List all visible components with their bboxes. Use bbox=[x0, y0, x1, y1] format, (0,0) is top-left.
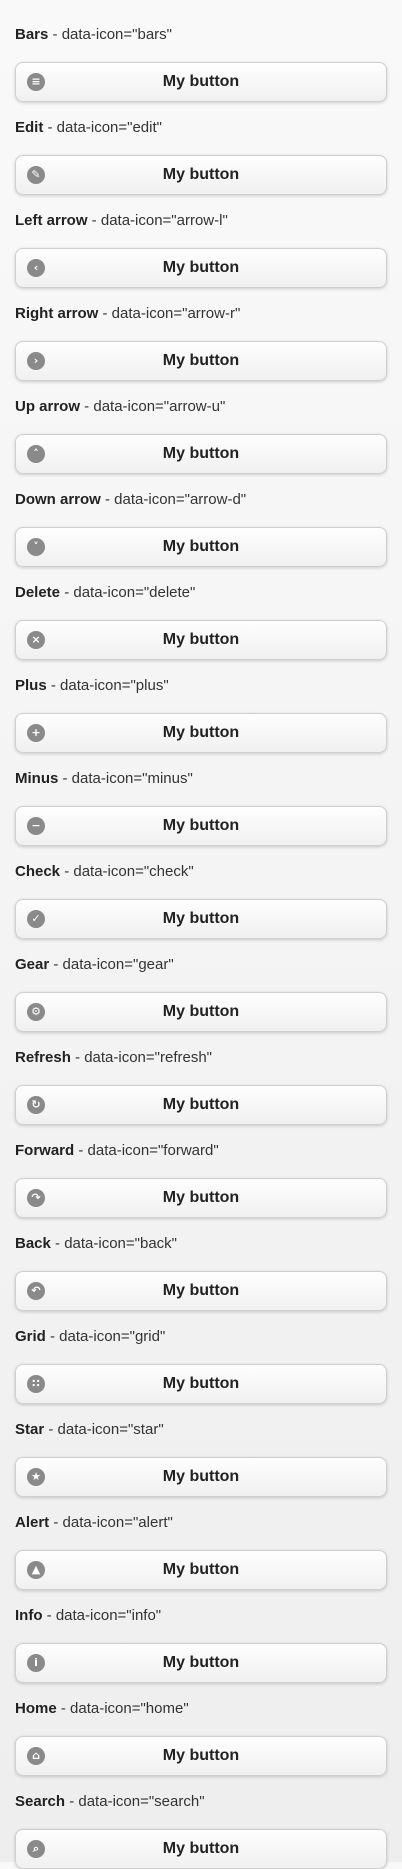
example-attribute: - data-icon="check" bbox=[60, 863, 194, 880]
icon-example-plus: Plus - data-icon="plus" + My button bbox=[15, 651, 387, 753]
example-attribute: - data-icon="arrow-l" bbox=[87, 212, 228, 229]
example-attribute: - data-icon="back" bbox=[50, 1235, 177, 1252]
example-attribute: - data-icon="home" bbox=[56, 1700, 189, 1717]
example-attribute: - data-icon="plus" bbox=[46, 677, 169, 694]
icon-example-star: Star - data-icon="star" ★ My button bbox=[15, 1395, 387, 1497]
icon-button-list: Bars - data-icon="bars" ≡ My button Edit… bbox=[0, 0, 402, 1869]
example-title: Home bbox=[15, 1700, 57, 1717]
example-label: Plus - data-icon="plus" bbox=[15, 677, 169, 695]
example-title: Gear bbox=[15, 956, 50, 973]
example-attribute: - data-icon="refresh" bbox=[70, 1049, 212, 1066]
example-title: Search bbox=[15, 1793, 66, 1810]
icon-example-arrow-u: Up arrow - data-icon="arrow-u" ˄ My butt… bbox=[15, 372, 387, 474]
example-label: Back - data-icon="back" bbox=[15, 1235, 177, 1253]
example-label: Left arrow - data-icon="arrow-l" bbox=[15, 212, 228, 230]
icon-example-arrow-l: Left arrow - data-icon="arrow-l" ‹ My bu… bbox=[15, 186, 387, 288]
example-label: Home - data-icon="home" bbox=[15, 1700, 189, 1718]
example-title: Right arrow bbox=[15, 305, 99, 322]
icon-example-arrow-d: Down arrow - data-icon="arrow-d" ˅ My bu… bbox=[15, 465, 387, 567]
example-attribute: - data-icon="search" bbox=[65, 1793, 205, 1810]
example-attribute: - data-icon="grid" bbox=[45, 1328, 166, 1345]
example-title: Plus bbox=[15, 677, 47, 694]
example-title: Info bbox=[15, 1607, 43, 1624]
example-label: Gear - data-icon="gear" bbox=[15, 956, 174, 974]
button-label: My button bbox=[162, 1840, 240, 1857]
example-label: Edit - data-icon="edit" bbox=[15, 119, 162, 137]
example-title: Delete bbox=[15, 584, 61, 601]
example-title: Forward bbox=[15, 1142, 75, 1159]
example-title: Minus bbox=[15, 770, 59, 787]
example-title: Bars bbox=[15, 26, 49, 43]
example-attribute: - data-icon="arrow-d" bbox=[100, 491, 247, 508]
example-label: Up arrow - data-icon="arrow-u" bbox=[15, 398, 225, 416]
example-label: Star - data-icon="star" bbox=[15, 1421, 164, 1439]
example-label: Minus - data-icon="minus" bbox=[15, 770, 193, 788]
example-attribute: - data-icon="arrow-r" bbox=[98, 305, 241, 322]
icon-example-bars: Bars - data-icon="bars" ≡ My button bbox=[15, 0, 387, 102]
example-label: Right arrow - data-icon="arrow-r" bbox=[15, 305, 240, 323]
example-title: Alert bbox=[15, 1514, 50, 1531]
example-attribute: - data-icon="info" bbox=[42, 1607, 162, 1624]
search-button[interactable]: ⌕ My button bbox=[15, 1829, 387, 1869]
example-title: Edit bbox=[15, 119, 44, 136]
example-attribute: - data-icon="bars" bbox=[48, 26, 172, 43]
example-title: Grid bbox=[15, 1328, 46, 1345]
example-label: Check - data-icon="check" bbox=[15, 863, 194, 881]
example-attribute: - data-icon="minus" bbox=[58, 770, 193, 787]
example-attribute: - data-icon="delete" bbox=[60, 584, 196, 601]
example-label: Delete - data-icon="delete" bbox=[15, 584, 195, 602]
example-attribute: - data-icon="alert" bbox=[49, 1514, 173, 1531]
example-title: Down arrow bbox=[15, 491, 101, 508]
icon-example-home: Home - data-icon="home" ⌂ My button bbox=[15, 1674, 387, 1776]
icon-example-gear: Gear - data-icon="gear" ⚙ My button bbox=[15, 930, 387, 1032]
example-attribute: - data-icon="edit" bbox=[43, 119, 162, 136]
example-title: Back bbox=[15, 1235, 51, 1252]
icon-example-back: Back - data-icon="back" ↶ My button bbox=[15, 1209, 387, 1311]
example-title: Star bbox=[15, 1421, 45, 1438]
example-attribute: - data-icon="forward" bbox=[74, 1142, 219, 1159]
icon-example-delete: Delete - data-icon="delete" × My button bbox=[15, 558, 387, 660]
example-label: Refresh - data-icon="refresh" bbox=[15, 1049, 212, 1067]
example-title: Up arrow bbox=[15, 398, 81, 415]
example-label: Info - data-icon="info" bbox=[15, 1607, 161, 1625]
icon-example-alert: Alert - data-icon="alert" ▲ My button bbox=[15, 1488, 387, 1590]
example-label: Search - data-icon="search" bbox=[15, 1793, 205, 1811]
icon-example-check: Check - data-icon="check" ✓ My button bbox=[15, 837, 387, 939]
example-title: Left arrow bbox=[15, 212, 88, 229]
icon-example-minus: Minus - data-icon="minus" − My button bbox=[15, 744, 387, 846]
icon-example-grid: Grid - data-icon="grid" ∷ My button bbox=[15, 1302, 387, 1404]
example-label: Alert - data-icon="alert" bbox=[15, 1514, 173, 1532]
example-title: Refresh bbox=[15, 1049, 71, 1066]
example-label: Grid - data-icon="grid" bbox=[15, 1328, 165, 1346]
example-label: Bars - data-icon="bars" bbox=[15, 26, 172, 44]
icon-example-edit: Edit - data-icon="edit" ✎ My button bbox=[15, 93, 387, 195]
icon-example-info: Info - data-icon="info" i My button bbox=[15, 1581, 387, 1683]
example-label: Forward - data-icon="forward" bbox=[15, 1142, 219, 1160]
example-label: Down arrow - data-icon="arrow-d" bbox=[15, 491, 246, 509]
icon-example-forward: Forward - data-icon="forward" ↷ My butto… bbox=[15, 1116, 387, 1218]
example-title: Check bbox=[15, 863, 61, 880]
icon-example-arrow-r: Right arrow - data-icon="arrow-r" › My b… bbox=[15, 279, 387, 381]
icon-example-refresh: Refresh - data-icon="refresh" ↻ My butto… bbox=[15, 1023, 387, 1125]
example-attribute: - data-icon="arrow-u" bbox=[80, 398, 226, 415]
example-attribute: - data-icon="star" bbox=[44, 1421, 164, 1438]
example-attribute: - data-icon="gear" bbox=[49, 956, 174, 973]
icon-example-search: Search - data-icon="search" ⌕ My button bbox=[15, 1767, 387, 1869]
